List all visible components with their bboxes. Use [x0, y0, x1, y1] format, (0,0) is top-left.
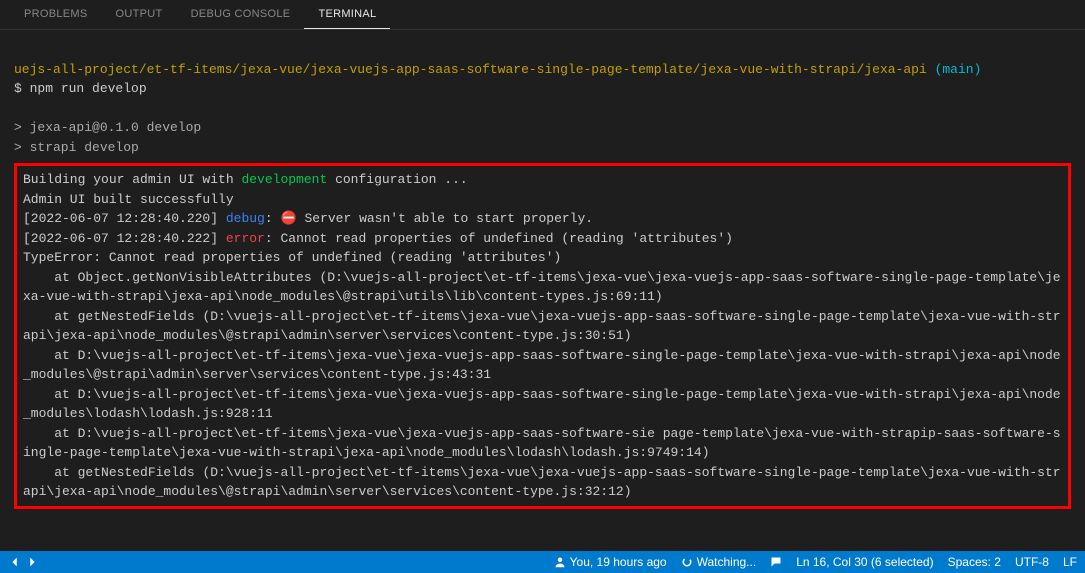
tab-output[interactable]: OUTPUT [102, 0, 177, 29]
stack-frame: at getNestedFields (D:\vuejs-all-project… [23, 309, 1061, 344]
debug-message: Server wasn't able to start properly. [297, 211, 593, 226]
no-entry-icon: ⛔ [280, 209, 296, 229]
command-text: npm run develop [30, 81, 147, 96]
cursor-position-status[interactable]: Ln 16, Col 30 (6 selected) [796, 555, 933, 569]
tab-problems[interactable]: PROBLEMS [10, 0, 102, 29]
encoding-text: UTF-8 [1015, 555, 1049, 569]
log-colon: : [265, 231, 281, 246]
chevron-left-icon[interactable] [8, 555, 22, 569]
stack-frame: at D:\vuejs-all-project\et-tf-items\jexa… [23, 426, 1061, 461]
cursor-position-text: Ln 16, Col 30 (6 selected) [796, 555, 933, 569]
panel-tabs: PROBLEMS OUTPUT DEBUG CONSOLE TERMINAL [0, 0, 1085, 30]
tab-terminal[interactable]: TERMINAL [304, 0, 390, 29]
stack-frame: at getNestedFields (D:\vuejs-all-project… [23, 465, 1061, 500]
build-msg-suffix: configuration ... [327, 172, 467, 187]
status-bar: You, 19 hours ago Watching... Ln 16, Col… [0, 551, 1085, 573]
stack-frame: at D:\vuejs-all-project\et-tf-items\jexa… [23, 348, 1061, 383]
eol-text: LF [1063, 555, 1077, 569]
stack-frame: at D:\vuejs-all-project\et-tf-items\jexa… [23, 387, 1061, 422]
log-colon: : [265, 211, 281, 226]
build-mode: development [241, 172, 327, 187]
log-level-debug: debug [226, 211, 265, 226]
build-msg-prefix: Building your admin UI with [23, 172, 241, 187]
feedback-status[interactable] [770, 556, 782, 568]
npm-script-line: > strapi develop [14, 140, 139, 155]
git-blame-status[interactable]: You, 19 hours ago [554, 555, 667, 569]
encoding-status[interactable]: UTF-8 [1015, 555, 1049, 569]
tsc-watch-status[interactable]: Watching... [681, 555, 757, 569]
error-message: Cannot read properties of undefined (rea… [280, 231, 732, 246]
feedback-icon [770, 556, 782, 568]
git-branch: (main) [935, 62, 982, 77]
log-timestamp: [2022-06-07 12:28:40.220] [23, 211, 226, 226]
terminal-output[interactable]: uejs-all-project/et-tf-items/jexa-vue/je… [0, 30, 1085, 551]
type-error-line: TypeError: Cannot read properties of und… [23, 250, 561, 265]
error-highlight-box: Building your admin UI with development … [14, 163, 1071, 509]
loading-icon [681, 556, 693, 568]
person-icon [554, 556, 566, 568]
indentation-text: Spaces: 2 [948, 555, 1001, 569]
prompt-symbol: $ [14, 81, 30, 96]
chevron-right-icon[interactable] [25, 555, 39, 569]
indentation-status[interactable]: Spaces: 2 [948, 555, 1001, 569]
git-blame-text: You, 19 hours ago [570, 555, 667, 569]
tab-debug-console[interactable]: DEBUG CONSOLE [177, 0, 305, 29]
log-level-error: error [226, 231, 265, 246]
eol-status[interactable]: LF [1063, 555, 1077, 569]
cwd-path: uejs-all-project/et-tf-items/jexa-vue/je… [14, 62, 927, 77]
npm-script-line: > jexa-api@0.1.0 develop [14, 120, 201, 135]
watch-text: Watching... [697, 555, 757, 569]
build-success: Admin UI built successfully [23, 192, 234, 207]
stack-frame: at Object.getNonVisibleAttributes (D:\vu… [23, 270, 1061, 305]
log-timestamp: [2022-06-07 12:28:40.222] [23, 231, 226, 246]
